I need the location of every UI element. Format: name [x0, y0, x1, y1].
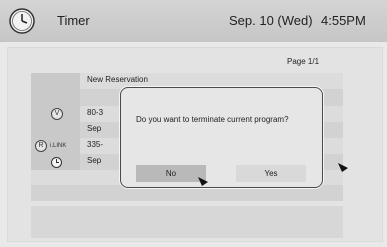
row-icon-cell [31, 73, 80, 89]
list-item-label: Sep [87, 124, 102, 133]
row-icon-cell [31, 122, 80, 138]
yes-button[interactable]: Yes [236, 165, 306, 182]
row-icon-cell: V [31, 106, 80, 122]
no-button[interactable]: No [136, 165, 206, 182]
dialog-message: Do you want to terminate current program… [136, 115, 289, 124]
list-item-label: 335- [87, 140, 104, 149]
header-bar: Timer Sep. 10 (Wed) 4:55PM [0, 0, 387, 42]
video-icon: V [51, 108, 63, 120]
clock-icon [9, 8, 35, 34]
page-title: Timer [57, 13, 90, 28]
confirm-dialog: Do you want to terminate current program… [120, 87, 323, 188]
row-icon-cell: R i.LINK [31, 138, 80, 154]
record-icon: R [35, 140, 47, 152]
pointer-arrow-icon [198, 177, 208, 186]
ilink-label: i.LINK [50, 143, 67, 149]
timer-icon [51, 157, 62, 168]
footer-band [31, 206, 343, 238]
row-icon-cell [31, 154, 80, 170]
row-icon-cell [31, 89, 80, 106]
page-indicator: Page 1/1 [287, 57, 320, 66]
list-item-label: Sep [87, 156, 102, 165]
header-time: 4:55PM [321, 13, 366, 28]
pointer-arrow-icon [338, 163, 348, 172]
header-date: Sep. 10 (Wed) [229, 13, 313, 28]
list-item-label: 80-3 [87, 108, 104, 117]
list-item-label: New Reservation [87, 75, 148, 84]
